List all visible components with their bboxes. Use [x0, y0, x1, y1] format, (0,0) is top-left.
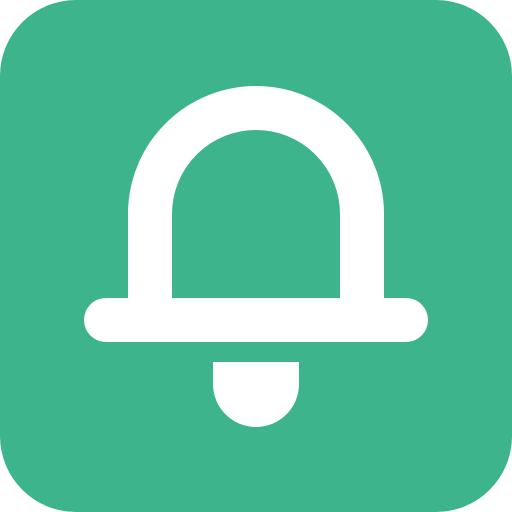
app-icon	[0, 0, 512, 512]
icon-background	[0, 0, 512, 512]
bell-icon	[0, 0, 512, 512]
bell-base-bar	[84, 298, 428, 342]
